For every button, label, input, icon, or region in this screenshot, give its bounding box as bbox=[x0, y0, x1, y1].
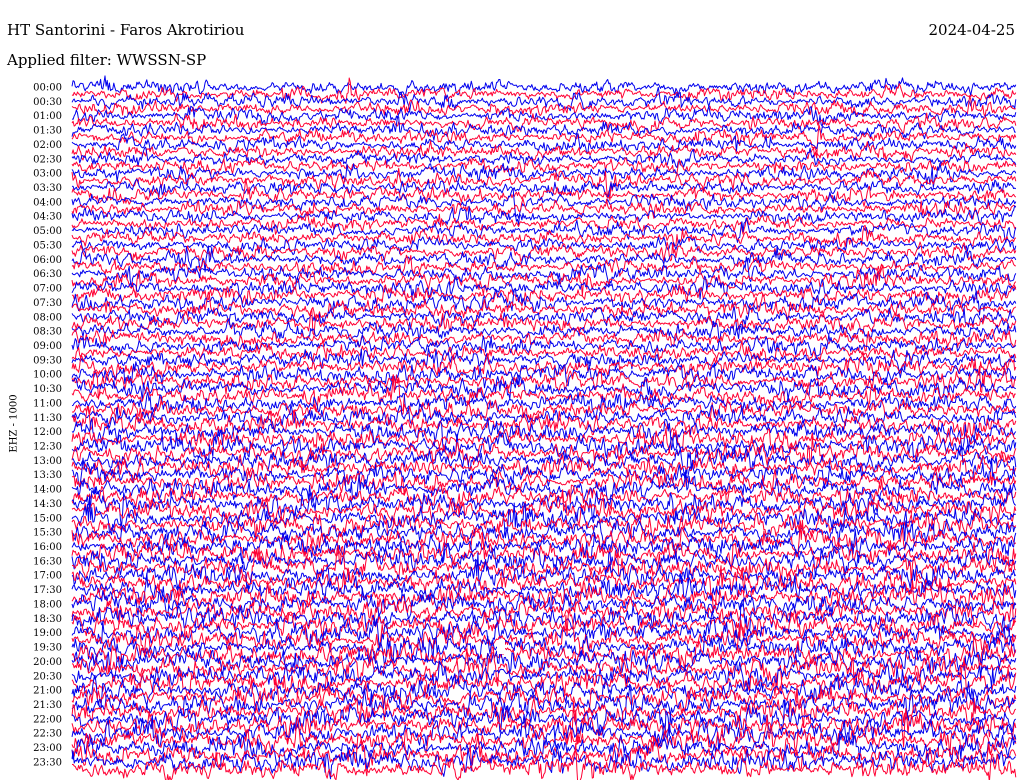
time-label: 20:00 bbox=[33, 657, 62, 668]
time-label: 23:00 bbox=[33, 743, 62, 754]
trace-line-0 bbox=[71, 75, 1017, 97]
time-label: 12:00 bbox=[33, 427, 62, 438]
time-label: 22:00 bbox=[33, 714, 62, 725]
time-label: 11:30 bbox=[33, 413, 62, 424]
time-label: 19:30 bbox=[33, 643, 62, 654]
time-label: 15:00 bbox=[33, 513, 62, 524]
time-label: 05:30 bbox=[33, 240, 62, 251]
time-label: 13:00 bbox=[33, 456, 62, 467]
time-label: 20:30 bbox=[33, 671, 62, 682]
time-label: 00:00 bbox=[33, 83, 62, 94]
time-label: 04:30 bbox=[33, 212, 62, 223]
time-label: 09:00 bbox=[33, 341, 62, 352]
time-label: 23:30 bbox=[33, 757, 62, 768]
trace-line-28 bbox=[71, 275, 1017, 302]
time-label: 17:30 bbox=[33, 585, 62, 596]
trace-line-19 bbox=[71, 211, 1017, 235]
time-label: 16:30 bbox=[33, 556, 62, 567]
trace-line-68 bbox=[71, 552, 1017, 591]
time-label: 04:00 bbox=[33, 197, 62, 208]
time-label: 05:00 bbox=[33, 226, 62, 237]
time-label: 11:00 bbox=[33, 398, 62, 409]
time-label: 02:00 bbox=[33, 140, 62, 151]
time-labels: 00:00 00:30 01:00 01:30 02:00 02:30 03:00 03:30… bbox=[33, 83, 62, 769]
time-label: 01:30 bbox=[33, 126, 62, 137]
time-label: 16:00 bbox=[33, 542, 62, 553]
helicorder-plot: 00:00 00:30 01:00 01:30 02:00 02:30 03:00 03:30… bbox=[33, 75, 1017, 780]
time-label: 00:30 bbox=[33, 97, 62, 108]
time-label: 18:30 bbox=[33, 614, 62, 625]
time-label: 09:30 bbox=[33, 355, 62, 366]
time-label: 13:30 bbox=[33, 470, 62, 481]
time-label: 07:00 bbox=[33, 284, 62, 295]
time-label: 03:30 bbox=[33, 183, 62, 194]
trace-line-31 bbox=[71, 291, 1017, 321]
time-label: 02:30 bbox=[33, 154, 62, 165]
time-label: 06:00 bbox=[33, 255, 62, 266]
time-label: 01:00 bbox=[33, 111, 62, 122]
trace-group bbox=[71, 75, 1017, 780]
time-label: 10:00 bbox=[33, 370, 62, 381]
data-gap bbox=[497, 640, 505, 654]
time-label: 18:00 bbox=[33, 599, 62, 610]
time-label: 08:00 bbox=[33, 312, 62, 323]
time-label: 06:30 bbox=[33, 269, 62, 280]
time-label: 21:00 bbox=[33, 686, 62, 697]
time-label: 10:30 bbox=[33, 384, 62, 395]
time-label: 14:00 bbox=[33, 485, 62, 496]
time-label: 14:30 bbox=[33, 499, 62, 510]
trace-line-21 bbox=[71, 224, 1017, 248]
trace-line-40 bbox=[71, 361, 1017, 389]
time-label: 15:30 bbox=[33, 528, 62, 539]
time-label: 17:00 bbox=[33, 571, 62, 582]
time-label: 19:00 bbox=[33, 628, 62, 639]
time-label: 03:00 bbox=[33, 169, 62, 180]
trace-line-14 bbox=[71, 178, 1017, 199]
time-label: 07:30 bbox=[33, 298, 62, 309]
time-label: 08:30 bbox=[33, 327, 62, 338]
time-label: 12:30 bbox=[33, 442, 62, 453]
time-label: 22:30 bbox=[33, 729, 62, 740]
time-label: 21:30 bbox=[33, 700, 62, 711]
